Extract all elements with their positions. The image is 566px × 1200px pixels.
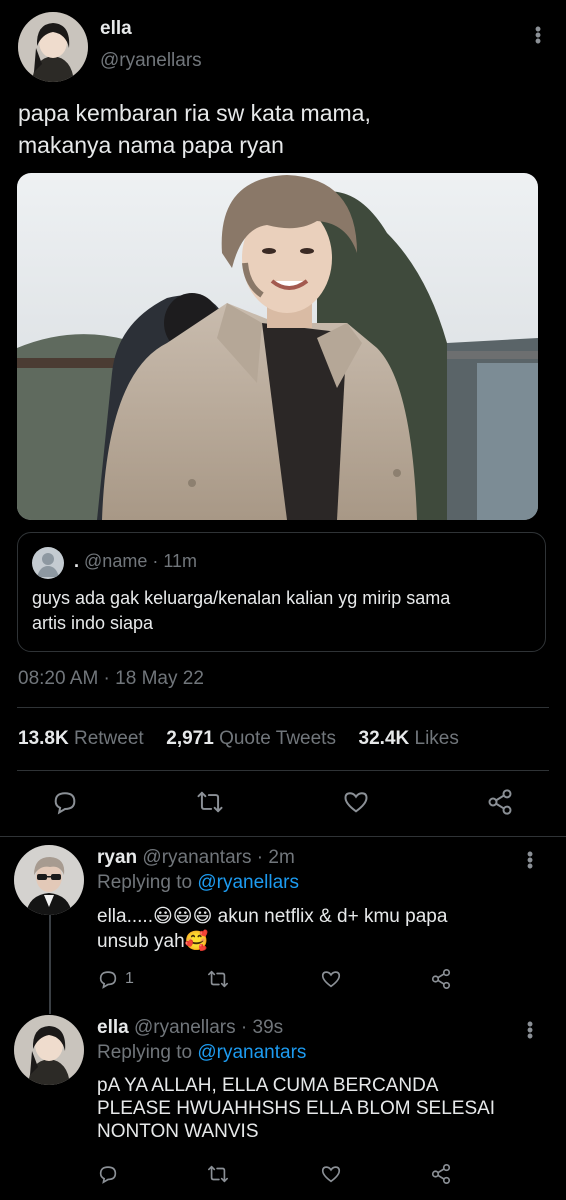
retweet-icon[interactable] <box>195 788 225 816</box>
quoted-time: · 11m <box>152 551 198 571</box>
thread-line <box>49 912 51 1014</box>
reply-count: 1 <box>125 970 134 987</box>
reply-time: · 2m <box>256 847 295 868</box>
replying-to-handle[interactable]: @ryanellars <box>197 872 299 893</box>
quoted-handle: @name <box>84 551 148 571</box>
quoted-header: . @name · 11m <box>74 551 197 572</box>
reply-author-handle[interactable]: @ryanantars <box>142 847 251 868</box>
retweets-stat[interactable]: 13.8K Retweet <box>18 728 144 749</box>
like-icon[interactable] <box>320 1163 342 1185</box>
author-handle[interactable]: @ryanellars <box>100 50 202 72</box>
reply-header: ella @ryanellars · 39s <box>97 1017 283 1039</box>
reply-author-name[interactable]: ella <box>97 1017 129 1038</box>
divider <box>0 836 566 837</box>
avatar-photo <box>14 1015 84 1085</box>
reply-time: · 39s <box>240 1017 284 1038</box>
quoted-tweet[interactable]: . @name · 11m guys ada gak keluarga/kena… <box>17 532 546 652</box>
quote-tweets-stat[interactable]: 2,971 Quote Tweets <box>166 728 336 749</box>
avatar-photo <box>18 12 88 82</box>
like-icon[interactable] <box>342 788 370 816</box>
reply-author-handle[interactable]: @ryanellars <box>134 1017 236 1038</box>
reply-avatar[interactable] <box>14 1015 84 1085</box>
default-avatar-icon <box>37 553 59 577</box>
avatar-photo <box>14 845 84 915</box>
author-avatar[interactable] <box>18 12 88 82</box>
like-icon[interactable] <box>320 968 342 990</box>
reply-icon[interactable]: 1 <box>97 968 134 990</box>
likes-stat[interactable]: 32.4K Likes <box>359 728 459 749</box>
quoted-name: . <box>74 551 80 571</box>
replying-to-handle[interactable]: @ryanantars <box>197 1042 306 1063</box>
divider <box>17 707 549 708</box>
more-options-icon[interactable]: • • • <box>523 1015 537 1045</box>
tweet-stats: 13.8K Retweet 2,971 Quote Tweets 32.4K L… <box>18 728 459 750</box>
replying-to: Replying to @ryanellars <box>97 872 299 893</box>
reply-header: ryan @ryanantars · 2m <box>97 847 295 869</box>
reply-avatar[interactable] <box>14 845 84 915</box>
more-options-icon[interactable]: • • • <box>531 20 545 50</box>
reply-icon[interactable] <box>97 1163 119 1185</box>
divider <box>17 770 549 771</box>
share-icon[interactable] <box>486 788 514 816</box>
quoted-text: guys ada gak keluarga/kenalan kalian yg … <box>32 588 451 633</box>
share-icon[interactable] <box>430 1163 452 1185</box>
replying-to: Replying to @ryanantars <box>97 1042 307 1063</box>
reply-text: pA YA ALLAH, ELLA CUMA BERCANDA PLEASE H… <box>97 1075 496 1142</box>
more-options-icon[interactable]: • • • <box>523 845 537 875</box>
main-action-bar <box>0 788 566 818</box>
reply-text: ella.....😃😃😃 akun netflix & d+ kmu papa … <box>97 906 448 952</box>
reply-action-bar: 1 <box>0 968 566 994</box>
photo-image <box>17 173 538 520</box>
tweet-text: papa kembaran ria sw kata mama, makanya … <box>18 100 371 158</box>
reply-author-name[interactable]: ryan <box>97 847 137 868</box>
retweet-icon[interactable] <box>206 968 230 990</box>
tweet-photo[interactable] <box>17 173 538 520</box>
reply-icon[interactable] <box>51 788 79 816</box>
tweet-timestamp: 08:20 AM · 18 May 22 <box>18 668 204 689</box>
reply-action-bar <box>0 1163 566 1189</box>
author-name[interactable]: ella <box>100 18 132 40</box>
retweet-icon[interactable] <box>206 1163 230 1185</box>
quoted-avatar <box>32 547 64 579</box>
share-icon[interactable] <box>430 968 452 990</box>
